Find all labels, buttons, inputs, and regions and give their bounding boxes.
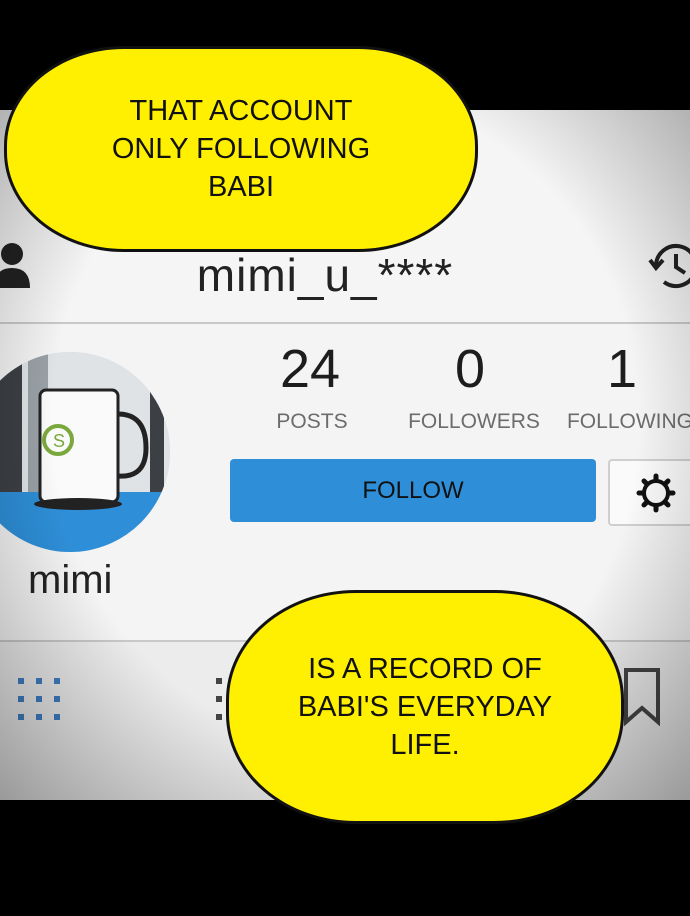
- avatar[interactable]: S: [0, 352, 170, 552]
- settings-button[interactable]: [608, 459, 690, 526]
- history-icon[interactable]: [646, 236, 690, 296]
- caption-top: THAT ACCOUNT ONLY FOLLOWING BABI: [111, 95, 371, 203]
- follow-button[interactable]: FOLLOW: [230, 459, 596, 522]
- display-name: mimi: [28, 558, 113, 602]
- posts-count: 24: [279, 339, 341, 399]
- followers-count: 0: [454, 339, 486, 399]
- caption-bottom: IS A RECORD OF BABI'S EVERYDAY LIFE.: [297, 653, 553, 761]
- posts-label[interactable]: POSTS: [222, 410, 402, 434]
- following-label[interactable]: FOLLOWING: [540, 410, 690, 434]
- following-count: 1: [606, 339, 638, 399]
- followers-label[interactable]: FOLLOWERS: [384, 410, 564, 434]
- speech-bubble-top: THAT ACCOUNT ONLY FOLLOWING BABI: [4, 46, 478, 252]
- grid-icon[interactable]: [16, 676, 64, 724]
- profile-username: mimi_u_****: [196, 249, 454, 301]
- svg-text:S: S: [53, 431, 65, 451]
- speech-bubble-bottom: IS A RECORD OF BABI'S EVERYDAY LIFE.: [226, 590, 624, 824]
- bookmark-icon[interactable]: [622, 666, 662, 727]
- gear-icon: [636, 473, 676, 518]
